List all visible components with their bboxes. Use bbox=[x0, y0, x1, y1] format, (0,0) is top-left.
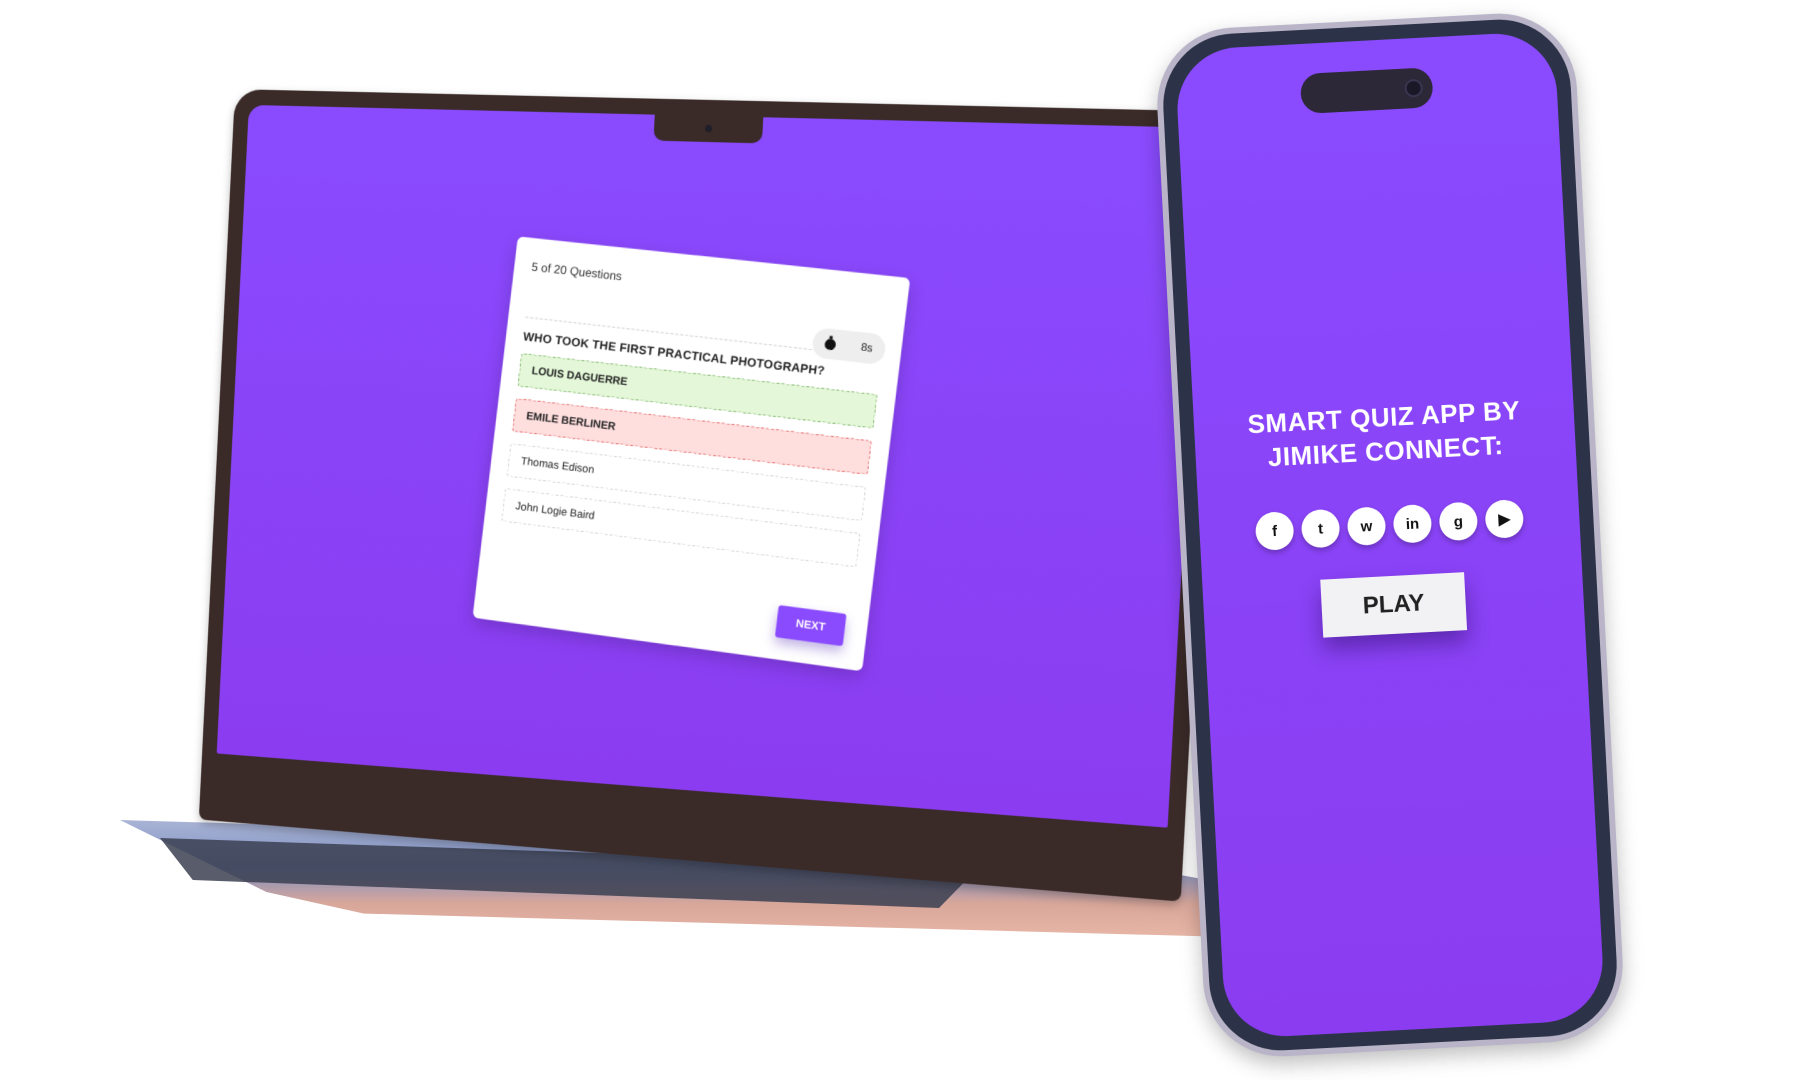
answer-option-label: Thomas Edison bbox=[520, 455, 595, 476]
laptop-screen: 5 of 20 Questions 8s WHO TOOK THE FIRST … bbox=[217, 105, 1205, 828]
github-icon[interactable]: g bbox=[1438, 501, 1478, 541]
youtube-icon[interactable]: ▶ bbox=[1484, 499, 1524, 539]
webcam-icon bbox=[705, 125, 712, 132]
question-progress: 5 of 20 Questions bbox=[531, 260, 890, 313]
answer-option-label: EMILE BERLINER bbox=[526, 410, 616, 433]
phone-mockup: SMART QUIZ APP BY JIMIKE CONNECT: f t w … bbox=[1153, 10, 1626, 1061]
dynamic-island bbox=[1300, 67, 1434, 114]
linkedin-icon[interactable]: in bbox=[1392, 504, 1432, 544]
front-camera-icon bbox=[1404, 79, 1423, 98]
next-button[interactable]: NEXT bbox=[775, 605, 847, 646]
timer-value: 8s bbox=[860, 341, 873, 354]
quiz-card: 5 of 20 Questions 8s WHO TOOK THE FIRST … bbox=[473, 236, 911, 671]
answer-option-label: LOUIS DAGUERRE bbox=[531, 365, 628, 388]
phone-content: SMART QUIZ APP BY JIMIKE CONNECT: f t w … bbox=[1193, 390, 1585, 644]
facebook-icon[interactable]: f bbox=[1255, 511, 1295, 551]
laptop-lid: 5 of 20 Questions 8s WHO TOOK THE FIRST … bbox=[199, 89, 1223, 901]
laptop-notch bbox=[653, 115, 763, 144]
twitter-icon[interactable]: t bbox=[1301, 509, 1341, 549]
laptop-mockup: 5 of 20 Questions 8s WHO TOOK THE FIRST … bbox=[120, 100, 1320, 1040]
app-title: SMART QUIZ APP BY JIMIKE CONNECT: bbox=[1233, 392, 1536, 476]
phone-screen: SMART QUIZ APP BY JIMIKE CONNECT: f t w … bbox=[1174, 31, 1605, 1040]
social-links: f t w in g ▶ bbox=[1199, 496, 1580, 554]
whatsapp-icon[interactable]: w bbox=[1347, 506, 1387, 546]
timer-badge: 8s bbox=[811, 327, 887, 365]
play-button[interactable]: PLAY bbox=[1320, 572, 1467, 637]
answer-option-label: John Logie Baird bbox=[515, 500, 595, 522]
stopwatch-icon bbox=[825, 338, 837, 350]
